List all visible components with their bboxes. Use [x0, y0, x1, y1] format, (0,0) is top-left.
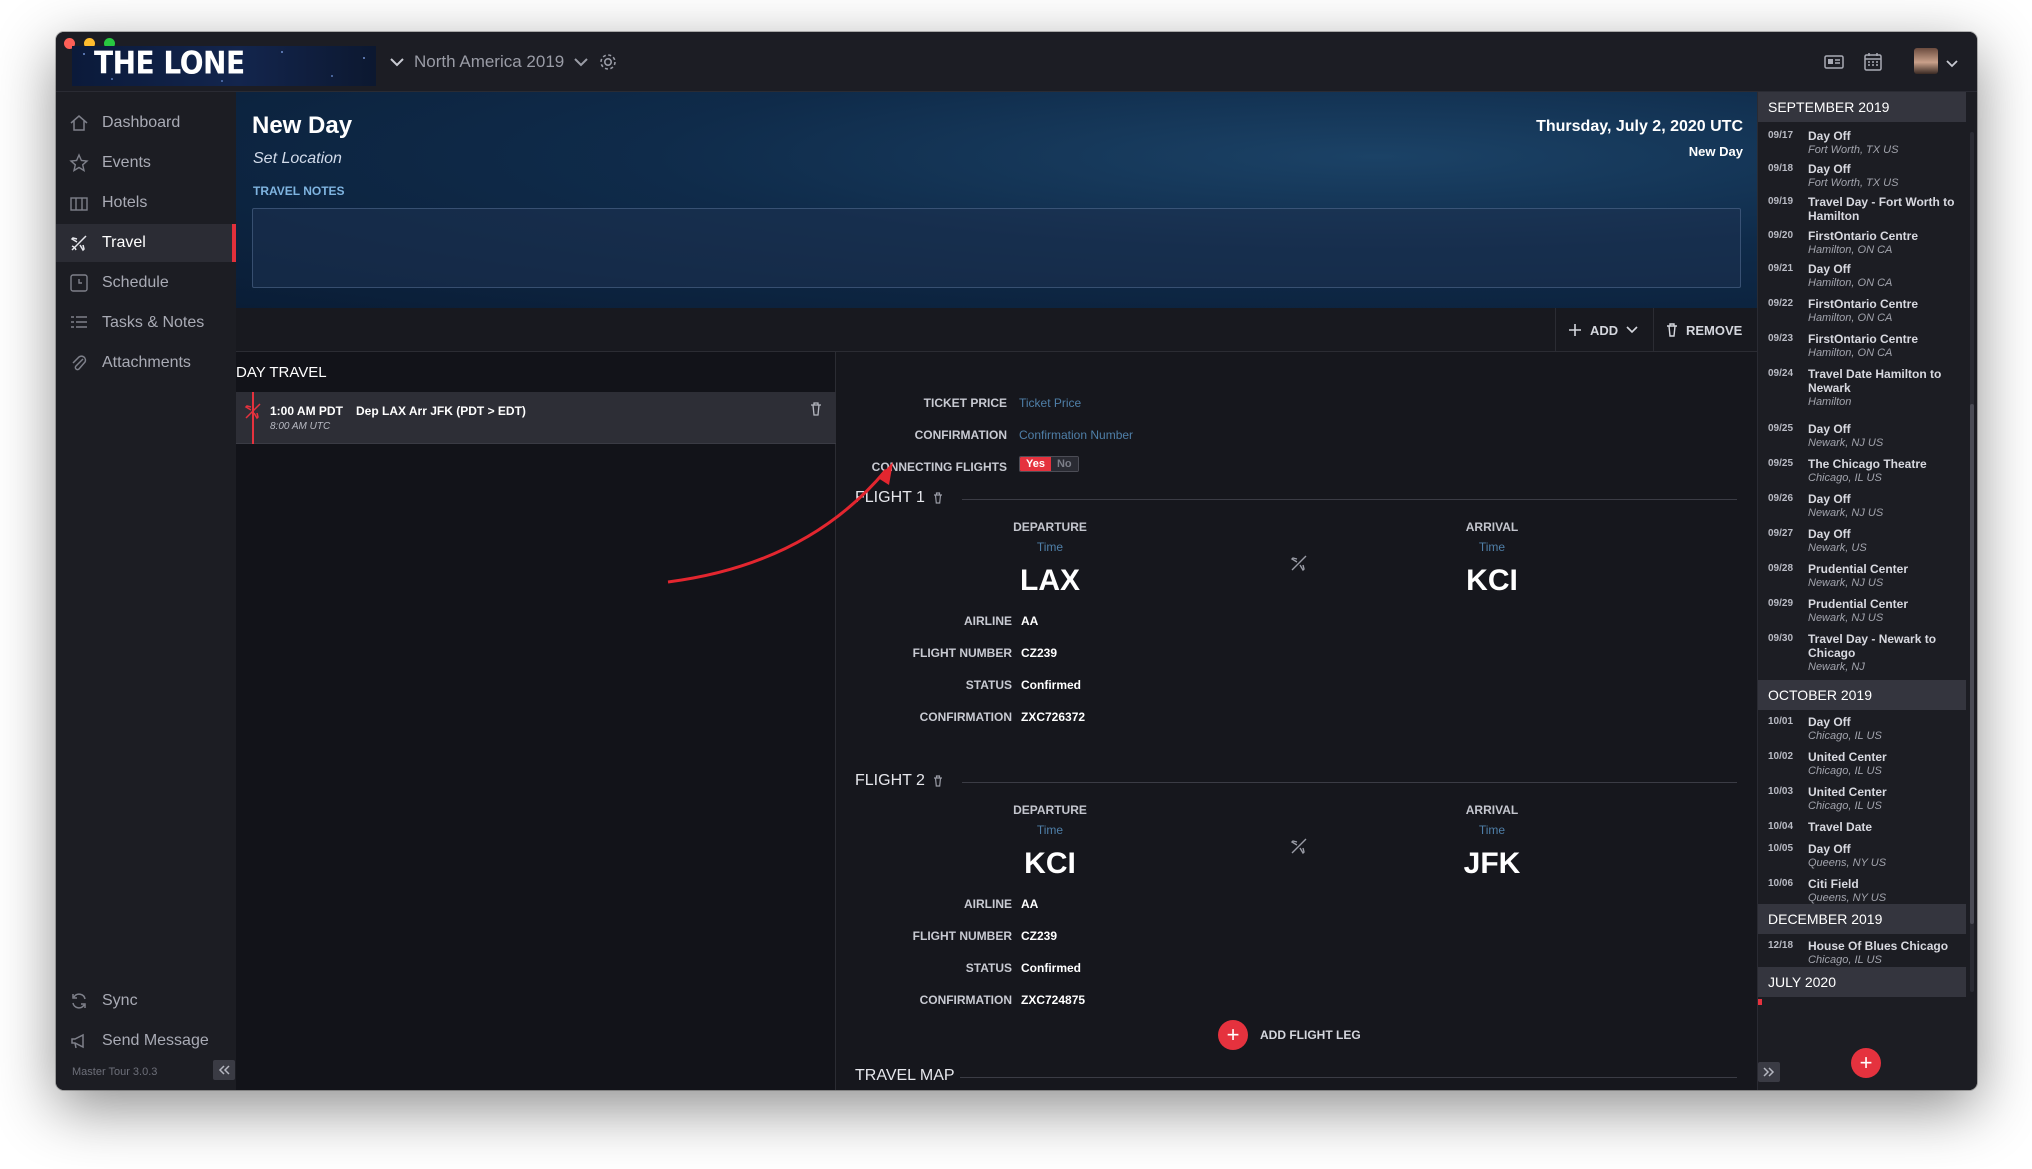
calendar-event[interactable]: 10/02 United Center Chicago, IL US [1758, 750, 1966, 781]
calendar-event[interactable]: 10/04 Travel Date [1758, 820, 1966, 839]
event-title: FirstOntario Centre [1808, 297, 1919, 311]
event-title: Day Off [1808, 492, 1851, 506]
event-title: Day Off [1808, 262, 1851, 276]
calendar-event[interactable]: 10/01 Day Off Chicago, IL US [1758, 715, 1966, 746]
app-window: THE LONE RANGERS North America 2019 Dash… [56, 32, 1977, 1090]
calendar-event[interactable]: 09/24 Travel Date Hamilton to Newark Hami… [1758, 367, 1966, 412]
calendar-event[interactable]: 09/26 Day Off Newark, NJ US [1758, 492, 1966, 523]
event-date: 09/17 [1768, 130, 1794, 141]
event-location: Hamilton, ON CA [1808, 277, 1893, 289]
event-date: 09/19 [1768, 196, 1794, 207]
event-date: 10/05 [1768, 843, 1794, 854]
calendar-event[interactable]: 09/25 The Chicago Theatre Chicago, IL US [1758, 457, 1966, 488]
annotation-arrow [667, 462, 893, 584]
event-title: Travel Day - Newark to Chicago [1808, 632, 1937, 660]
event-location: Chicago, IL US [1808, 954, 1882, 966]
event-location: Hamilton, ON CA [1808, 244, 1893, 256]
event-location: Chicago, IL US [1808, 472, 1882, 484]
event-title: House Of Blues Chicago [1808, 939, 1949, 953]
event-title: Day Off [1808, 715, 1851, 729]
event-date: 09/18 [1768, 163, 1794, 174]
event-location: Chicago, IL US [1808, 730, 1882, 742]
event-title: Prudential Center [1808, 597, 1909, 611]
event-location: Hamilton, ON CA [1808, 312, 1893, 324]
event-date: 09/24 [1768, 368, 1794, 379]
calendar-event[interactable]: 09/28 Prudential Center Newark, NJ US [1758, 562, 1966, 593]
event-title: United Center [1808, 785, 1887, 799]
calendar-event[interactable]: 09/25 Day Off Newark, NJ US [1758, 422, 1966, 453]
event-date: 09/22 [1768, 298, 1794, 309]
event-date: 09/28 [1768, 563, 1794, 574]
event-date: 09/21 [1768, 263, 1794, 274]
calendar-event[interactable]: 09/30 Travel Day - Newark to Chicago Newa… [1758, 632, 1966, 677]
event-location: Queens, NY US [1808, 857, 1887, 869]
event-title: Day Off [1808, 422, 1851, 436]
event-title: United Center [1808, 750, 1887, 764]
event-date: 10/01 [1768, 716, 1794, 727]
calendar-scrollbar-thumb[interactable] [1970, 404, 1974, 924]
event-date: 09/25 [1768, 458, 1794, 469]
calendar-event[interactable]: 10/03 United Center Chicago, IL US [1758, 785, 1966, 816]
event-location: Newark, NJ US [1808, 577, 1884, 589]
event-location: Fort Worth, TX US [1808, 144, 1899, 156]
calendar-event[interactable]: 09/27 Day Off Newark, US [1758, 527, 1966, 558]
current-day-marker [1758, 999, 1762, 1005]
month-header: DECEMBER 2019 [1758, 904, 1966, 934]
event-location: Newark, NJ US [1808, 612, 1884, 624]
event-date: 09/27 [1768, 528, 1794, 539]
event-title: Day Off [1808, 842, 1851, 856]
event-location: Chicago, IL US [1808, 765, 1882, 777]
event-title: Day Off [1808, 129, 1851, 143]
event-date: 09/23 [1768, 333, 1794, 344]
event-title: FirstOntario Centre [1808, 229, 1919, 243]
tour-calendar-panel: SEPTEMBER 2019 09/17 Day Off Fort Worth, … [1757, 92, 1977, 1090]
calendar-event[interactable]: 12/18 House Of Blues Chicago Chicago, IL … [1758, 939, 1966, 970]
event-location: Newark, NJ US [1808, 437, 1884, 449]
double-chevron-right-icon [1763, 1067, 1775, 1077]
event-date: 10/03 [1768, 786, 1794, 797]
month-header: OCTOBER 2019 [1758, 680, 1966, 710]
event-title: Prudential Center [1808, 562, 1909, 576]
event-date: 12/18 [1768, 940, 1794, 951]
event-date: 09/30 [1768, 633, 1794, 644]
event-date: 09/25 [1768, 423, 1794, 434]
calendar-event[interactable]: 09/23 FirstOntario Centre Hamilton, ON CA [1758, 332, 1966, 363]
calendar-event[interactable]: 09/20 FirstOntario Centre Hamilton, ON CA [1758, 229, 1966, 260]
calendar-event[interactable]: 09/21 Day Off Hamilton, ON CA [1758, 262, 1966, 293]
event-location: Hamilton [1808, 396, 1852, 408]
event-title: Day Off [1808, 527, 1851, 541]
event-location: Queens, NY US [1808, 892, 1887, 904]
calendar-event[interactable]: 09/18 Day Off Fort Worth, TX US [1758, 162, 1966, 193]
event-location: Newark, NJ US [1808, 507, 1884, 519]
event-date: 09/20 [1768, 230, 1794, 241]
calendar-event[interactable]: 09/19 Travel Day - Fort Worth to Hamilto… [1758, 195, 1966, 226]
event-title: Day Off [1808, 162, 1851, 176]
event-location: Newark, US [1808, 542, 1867, 554]
month-header: SEPTEMBER 2019 [1758, 92, 1966, 122]
event-title: Travel Date Hamilton to Newark [1808, 367, 1942, 395]
collapse-calendar-button[interactable] [1758, 1062, 1780, 1082]
event-title: Citi Field [1808, 877, 1859, 891]
add-day-button[interactable]: + [1851, 1048, 1881, 1078]
month-header: JULY 2020 [1758, 967, 1966, 997]
event-title: Travel Date [1808, 820, 1873, 834]
event-title: The Chicago Theatre [1808, 457, 1927, 471]
calendar-event[interactable]: 09/17 Day Off Fort Worth, TX US [1758, 129, 1966, 160]
calendar-event[interactable]: 09/22 FirstOntario Centre Hamilton, ON CA [1758, 297, 1966, 328]
calendar-event[interactable]: 09/29 Prudential Center Newark, NJ US [1758, 597, 1966, 628]
event-date: 10/04 [1768, 821, 1794, 832]
event-date: 09/26 [1768, 493, 1794, 504]
event-location: Newark, NJ [1808, 661, 1865, 673]
event-title: FirstOntario Centre [1808, 332, 1919, 346]
event-location: Fort Worth, TX US [1808, 177, 1899, 189]
calendar-event[interactable]: 10/05 Day Off Queens, NY US [1758, 842, 1966, 873]
event-title: Travel Day - Fort Worth to Hamilton [1808, 195, 1955, 223]
event-date: 10/02 [1768, 751, 1794, 762]
event-location: Chicago, IL US [1808, 800, 1882, 812]
event-date: 10/06 [1768, 878, 1794, 889]
event-location: Hamilton, ON CA [1808, 347, 1893, 359]
event-date: 09/29 [1768, 598, 1794, 609]
